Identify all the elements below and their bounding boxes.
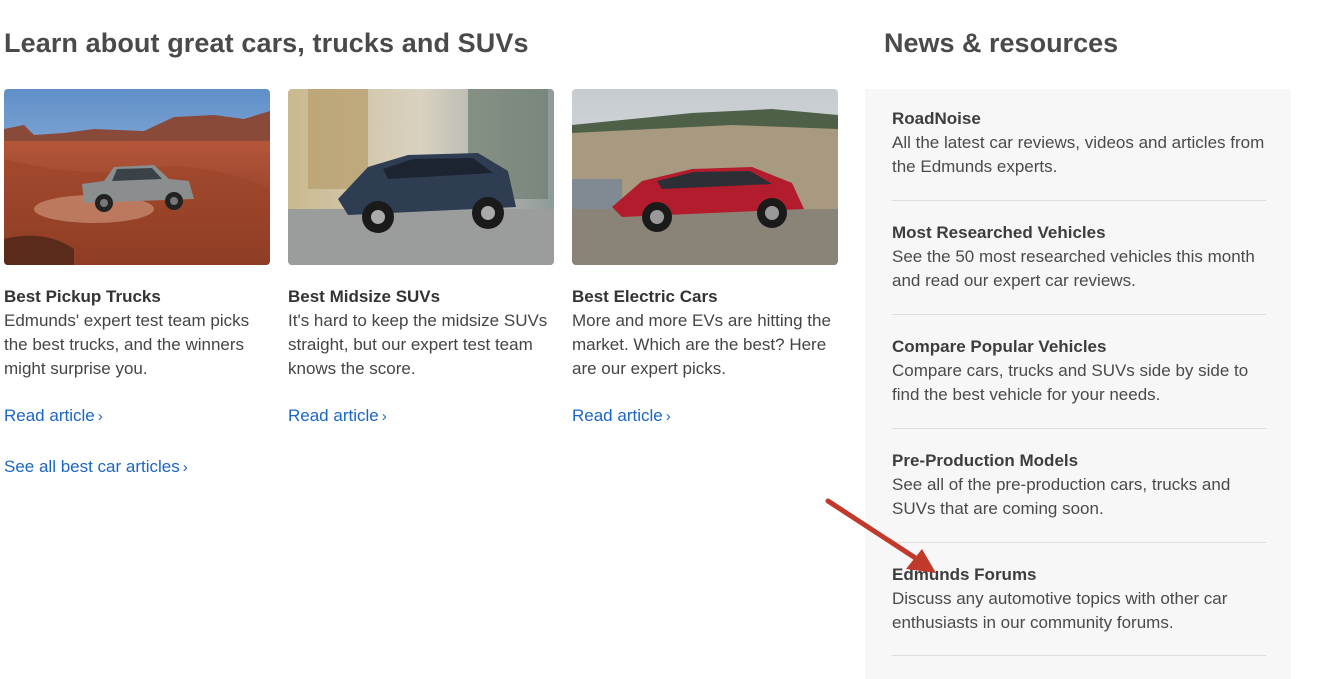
news-item-title[interactable]: Most Researched Vehicles (892, 221, 1266, 245)
read-article-link[interactable]: Read article › (4, 406, 103, 426)
card-description: It's hard to keep the midsize SUVs strai… (288, 311, 548, 378)
chevron-right-icon: › (182, 459, 188, 476)
article-card-pickup: Best Pickup Trucks Edmunds' expert test … (4, 89, 270, 425)
read-article-label: Read article (288, 406, 379, 425)
news-resources-panel: RoadNoise All the latest car reviews, vi… (865, 89, 1291, 679)
chevron-right-icon: › (665, 408, 671, 425)
news-item-description: Compare cars, trucks and SUVs side by si… (892, 361, 1249, 404)
chevron-right-icon: › (381, 408, 387, 425)
news-item-forums[interactable]: Edmunds Forums Discuss any automotive to… (892, 563, 1266, 656)
news-item-most-researched[interactable]: Most Researched Vehicles See the 50 most… (892, 221, 1266, 315)
see-all-label: See all best car articles (4, 457, 180, 476)
article-card-midsize-suv: Best Midsize SUVs It's hard to keep the … (288, 89, 554, 425)
news-item-description: See all of the pre-production cars, truc… (892, 475, 1231, 518)
news-item-roadnoise[interactable]: RoadNoise All the latest car reviews, vi… (892, 107, 1266, 201)
card-description: Edmunds' expert test team picks the best… (4, 311, 250, 378)
news-item-title[interactable]: Compare Popular Vehicles (892, 335, 1266, 359)
section-heading-news: News & resources (884, 28, 1119, 58)
news-item-description: All the latest car reviews, videos and a… (892, 133, 1265, 176)
read-article-label: Read article (572, 406, 663, 425)
news-item-description: See the 50 most researched vehicles this… (892, 247, 1255, 290)
news-item-title[interactable]: Pre-Production Models (892, 449, 1266, 473)
news-item-description: Discuss any automotive topics with other… (892, 589, 1228, 632)
news-item-title[interactable]: Edmunds Forums (892, 563, 1266, 587)
read-article-link[interactable]: Read article › (288, 406, 387, 426)
pickup-truck-image[interactable] (4, 89, 270, 265)
news-item-title[interactable]: RoadNoise (892, 107, 1266, 131)
chevron-right-icon: › (97, 408, 103, 425)
read-article-label: Read article (4, 406, 95, 425)
card-title[interactable]: Best Electric Cars (572, 285, 838, 309)
news-item-pre-production[interactable]: Pre-Production Models See all of the pre… (892, 449, 1266, 543)
electric-car-image[interactable] (572, 89, 838, 265)
read-article-link[interactable]: Read article › (572, 406, 671, 426)
article-card-electric: Best Electric Cars More and more EVs are… (572, 89, 838, 425)
card-title[interactable]: Best Midsize SUVs (288, 285, 554, 309)
section-heading-learn: Learn about great cars, trucks and SUVs (4, 28, 529, 58)
card-title[interactable]: Best Pickup Trucks (4, 285, 270, 309)
see-all-articles-link[interactable]: See all best car articles › (4, 457, 188, 477)
midsize-suv-image[interactable] (288, 89, 554, 265)
card-description: More and more EVs are hitting the market… (572, 311, 831, 378)
news-item-compare[interactable]: Compare Popular Vehicles Compare cars, t… (892, 335, 1266, 429)
